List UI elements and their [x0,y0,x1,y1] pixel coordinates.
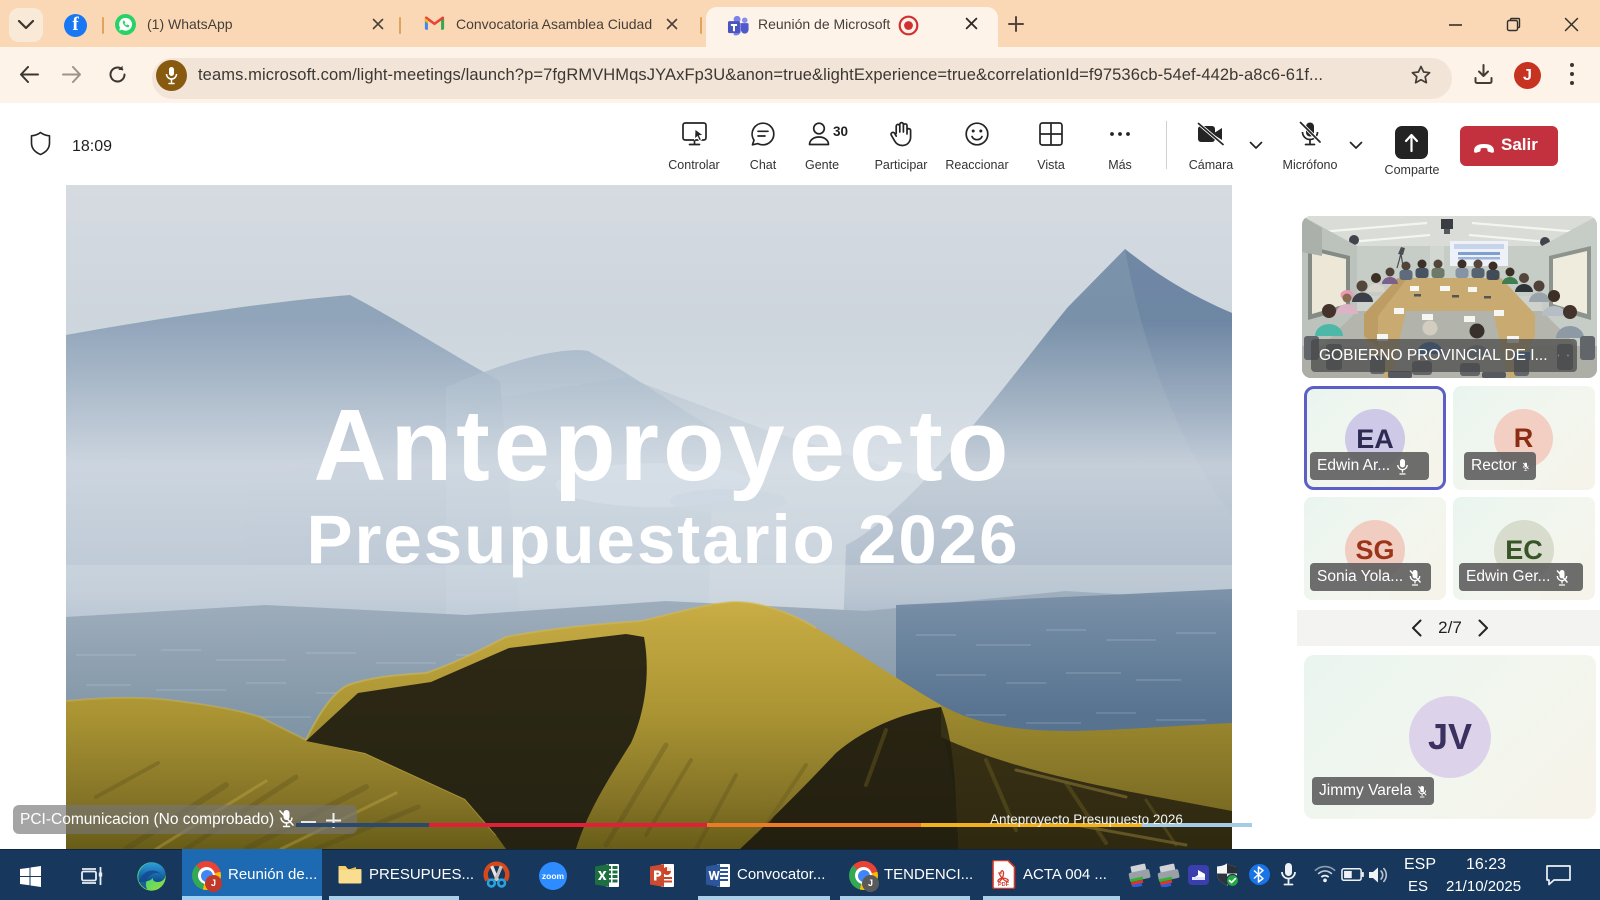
svg-text:PDF: PDF [998,882,1010,888]
svg-text:30: 30 [833,124,848,139]
